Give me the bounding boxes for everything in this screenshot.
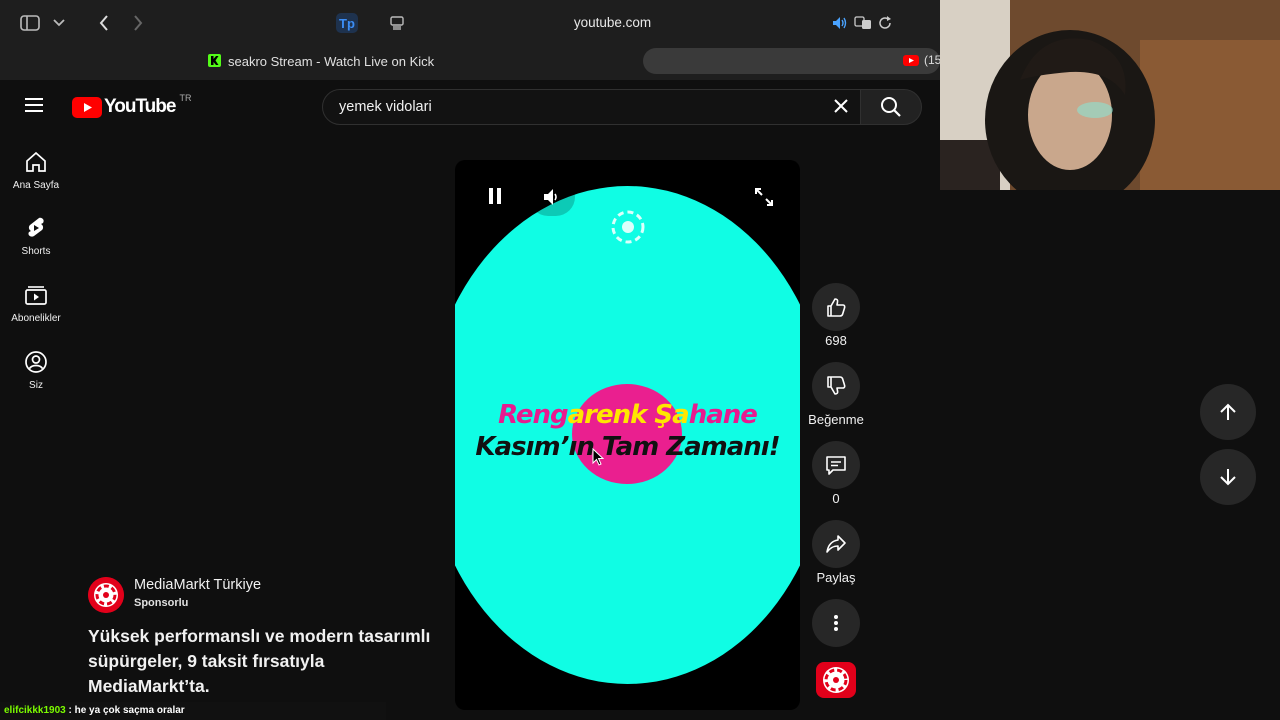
url-text: youtube.com xyxy=(573,15,652,30)
address-bar[interactable]: Tp youtube.com xyxy=(330,8,895,38)
volume-icon xyxy=(544,189,557,205)
arrow-up-icon xyxy=(1220,403,1236,420)
thumbs-up-icon xyxy=(827,298,846,317)
more-options-button[interactable] xyxy=(812,599,860,647)
tab-kick[interactable]: seakro Stream - Watch Live on Kick xyxy=(0,47,640,75)
search-query: yemek vidolari xyxy=(339,99,432,115)
thumbs-down-icon xyxy=(827,376,846,395)
arrow-down-icon xyxy=(1220,469,1236,486)
kick-logo-icon xyxy=(208,54,221,67)
share-button[interactable] xyxy=(812,520,860,568)
sponsored-label: Sponsorlu xyxy=(134,597,189,609)
sidebar-toggle-icon[interactable] xyxy=(16,12,44,34)
fullscreen-icon xyxy=(755,188,773,206)
youtube-play-logo-icon xyxy=(72,96,102,118)
channel-name[interactable]: MediaMarkt Türkiye xyxy=(134,577,261,593)
promo-text: hane xyxy=(688,400,758,430)
mediamarkt-swirl-icon xyxy=(611,210,645,249)
sidebar-item-label: Abonelikler xyxy=(11,313,61,324)
subscriptions-icon xyxy=(25,286,47,305)
comments-button[interactable] xyxy=(812,441,860,489)
share-icon xyxy=(826,535,846,553)
mediamarkt-logo-icon xyxy=(823,667,849,693)
video-title[interactable]: Yüksek performanslı ve modern tasarımlı … xyxy=(88,624,448,699)
share-label: Paylaş xyxy=(816,570,856,585)
menu-icon[interactable] xyxy=(24,96,48,116)
mouse-cursor-icon xyxy=(592,447,605,471)
promo-text: Reng xyxy=(498,400,568,430)
browser-toolbar: Tp youtube.com seakro Stream - Watch Liv… xyxy=(0,0,942,80)
pause-icon xyxy=(489,188,501,204)
comment-icon xyxy=(826,456,846,475)
sidebar-item-label: Shorts xyxy=(21,246,51,257)
speaker-icon[interactable] xyxy=(830,14,850,32)
webcam-overlay xyxy=(940,0,1280,190)
sidebar-item-label: Ana Sayfa xyxy=(12,180,60,191)
like-count: 698 xyxy=(825,333,847,348)
like-button[interactable] xyxy=(812,283,860,331)
sidebar-item-subscriptions[interactable]: Abonelikler xyxy=(0,283,72,324)
account-icon xyxy=(25,351,47,373)
search-icon xyxy=(881,97,901,117)
dislike-label: Beğenme xyxy=(808,412,864,427)
youtube-logo-text: YouTube xyxy=(104,96,176,117)
fullscreen-button[interactable] xyxy=(751,184,777,210)
stream-chat-message: elifcikkk1903 : he ya çok saçma oralar xyxy=(0,702,386,720)
tab-title: seakro Stream - Watch Live on Kick xyxy=(228,54,435,69)
more-vertical-icon xyxy=(834,615,838,631)
previous-video-button[interactable] xyxy=(1200,384,1256,440)
sidebar-item-home[interactable]: Ana Sayfa xyxy=(0,150,72,191)
translate-icon[interactable] xyxy=(852,14,874,32)
mediamarkt-logo-icon xyxy=(88,577,124,613)
region-code: TR xyxy=(179,93,192,103)
chat-username: elifcikkk1903 xyxy=(4,705,66,716)
channel-avatar[interactable] xyxy=(88,577,124,613)
dislike-button[interactable] xyxy=(812,362,860,410)
shorts-player[interactable]: Rengarenk Şahane Kasım’ın Tam Zamanı! xyxy=(455,160,800,710)
search-button[interactable] xyxy=(860,89,922,125)
sidebar-item-you[interactable]: Siz xyxy=(0,350,72,391)
promo-headline-2: Kasım’ın Tam Zamanı! xyxy=(475,432,780,462)
promo-text-highlight: arenk Şa xyxy=(567,400,690,430)
back-icon[interactable] xyxy=(92,10,116,36)
sidebar-item-shorts[interactable]: Shorts xyxy=(0,216,72,257)
sidebar-item-label: Siz xyxy=(29,380,43,391)
clear-search-icon[interactable] xyxy=(833,98,849,119)
shorts-icon xyxy=(28,217,44,237)
forward-icon[interactable] xyxy=(126,10,150,36)
youtube-favicon-icon xyxy=(903,55,919,66)
search-input[interactable]: yemek vidolari xyxy=(322,89,862,125)
volume-button[interactable] xyxy=(529,178,575,216)
webcam-image xyxy=(940,0,1280,190)
pause-button[interactable] xyxy=(479,182,511,210)
chevron-down-icon[interactable] xyxy=(50,12,68,34)
sound-thumbnail[interactable] xyxy=(816,662,856,698)
reload-icon[interactable] xyxy=(876,14,894,32)
next-video-button[interactable] xyxy=(1200,449,1256,505)
chat-text: : he ya çok saçma oralar xyxy=(65,705,185,716)
promo-headline-1: Rengarenk Şahane xyxy=(455,400,800,430)
home-icon xyxy=(26,151,46,172)
youtube-logo[interactable]: YouTube TR xyxy=(72,93,192,118)
tab-badge: (15 xyxy=(924,53,942,67)
tab-youtube[interactable]: (15 xyxy=(643,48,942,74)
comment-count: 0 xyxy=(832,491,840,506)
